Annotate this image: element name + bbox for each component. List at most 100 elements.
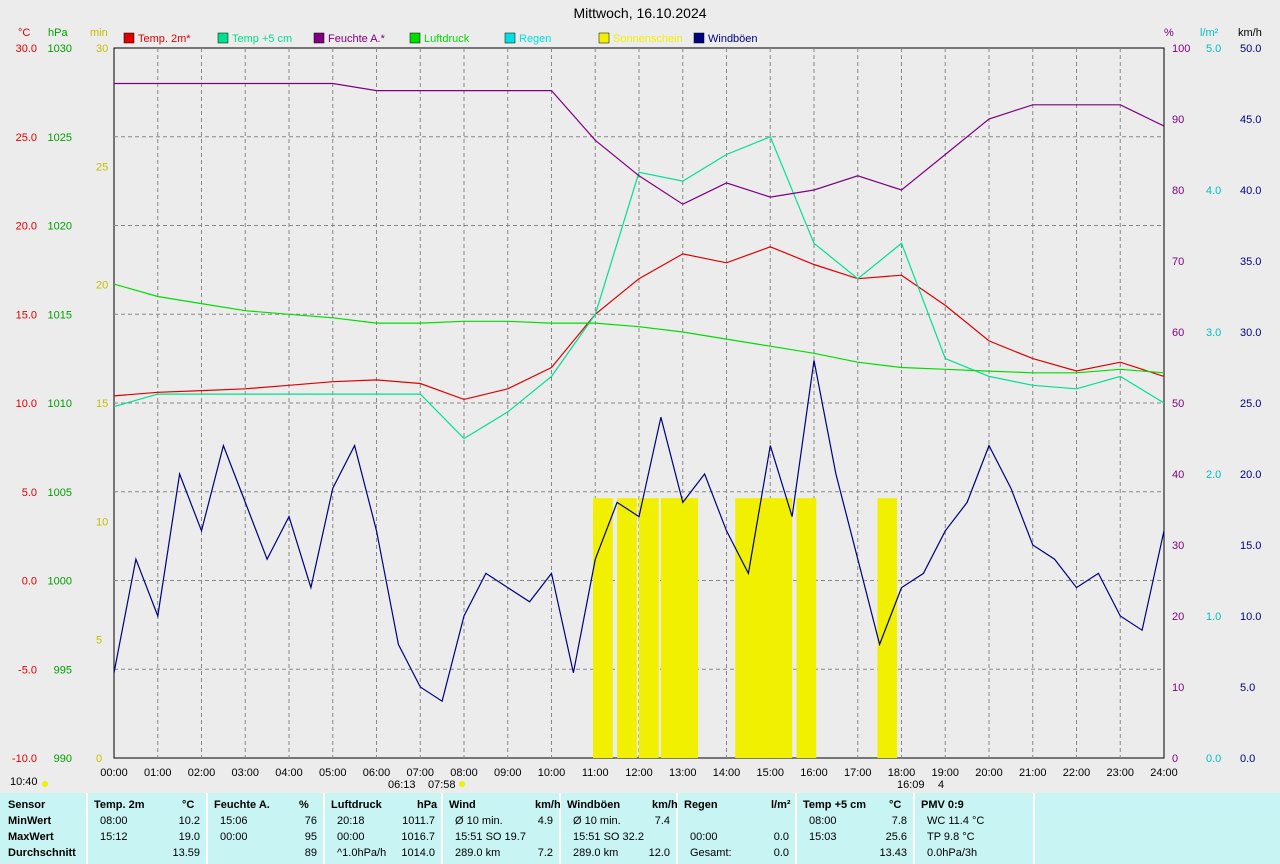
axis-tick-label: 45.0 [1240,114,1261,126]
axis-tick-label: 25 [96,161,108,173]
stats-cell-label: 289.0 km [455,847,501,859]
stats-panel: Sensor MinWert MaxWert Durchschnitt Temp… [0,793,1280,864]
stats-header: Luftdruck [331,799,382,811]
stats-cell-label: 15:51 SO 32.2 [573,831,644,843]
axis-tick-label: 50 [1172,398,1184,410]
x-tick-label: 15:00 [756,767,784,779]
axis-tick-label: 0 [1172,753,1178,765]
unit-minutes: min [90,27,108,39]
stats-unit: l/m² [771,799,791,811]
x-tick-label: 20:00 [975,767,1003,779]
axis-tick-label: 30.0 [16,43,37,55]
unit-temp: °C [18,27,31,39]
stats-cell-label: Ø 10 min. [455,815,503,827]
legend-swatch [504,32,516,44]
x-tick-label: 09:00 [494,767,522,779]
axis-tick-label: 30 [1172,540,1184,552]
axis-tick-label: -5.0 [18,664,37,676]
sunshine-bar [772,498,793,758]
stats-label-sensor: Sensor [8,799,46,811]
axis-tick-label: 0 [96,753,102,765]
chart-title: Mittwoch, 16.10.2024 [573,5,707,21]
x-tick-label: 13:00 [669,767,697,779]
axis-tick-label: 10 [96,516,108,528]
stats-cell-value: 7.4 [654,815,670,827]
axis-tick-label: 90 [1172,114,1184,126]
stats-cell-value: 1011.7 [402,815,435,827]
bottom-time: 10:40 [10,776,38,788]
axis-tick-label: 15 [96,398,108,410]
x-tick-label: 03:00 [231,767,259,779]
legend-label: Luftdruck [424,33,470,45]
axis-tick-label: -10.0 [12,753,37,765]
legend-swatch [598,32,610,44]
unit-wind: km/h [1238,27,1262,39]
legend-swatch [217,32,229,44]
stats-cell-value: 76 [304,815,317,827]
sunset-marker: 4 [938,779,944,791]
legend-swatch [123,32,135,44]
stats-cell-value: 0.0 [773,847,789,859]
stats-unit: °C [889,799,902,811]
stats-unit: °C [182,799,195,811]
stats-cell-value: 1016.7 [401,831,435,843]
x-tick-label: 14:00 [713,767,741,779]
axis-tick-label: 3.0 [1206,327,1221,339]
axis-tick-label: 20.0 [16,221,37,233]
axis-tick-label: 1015 [48,309,72,321]
stats-cell-label: 00:00 [220,831,248,843]
stats-cell-label: 289.0 km [573,847,619,859]
axis-tick-label: 10 [1172,682,1184,694]
stats-unit: % [299,799,309,811]
weather-chart: 30.025.020.015.010.05.00.0-5.0-10.010301… [12,32,1261,791]
sun-icon [459,781,465,787]
stats-cell-label: 08:00 [100,815,128,827]
stats-cell-value: 25.6 [885,831,907,843]
x-tick-label: 21:00 [1019,767,1047,779]
axis-tick-label: 30.0 [1240,327,1261,339]
axis-tick-label: 20 [96,280,108,292]
sunrise-marker: 07:58 [428,779,456,791]
stats-cell-label: 00:00 [690,831,718,843]
axis-tick-label: 40 [1172,469,1184,481]
stats-cell-label: Gesamt: [690,847,732,859]
x-tick-label: 00:00 [100,767,128,779]
stats-column: Temp +5 cm °C 08:00 7.8 15:03 25.6 13.43 [797,793,915,864]
x-tick-label: 17:00 [844,767,872,779]
axis-tick-label: 990 [54,753,72,765]
stats-unit: km/h [652,799,678,811]
axis-tick-label: 995 [54,664,72,676]
stats-column: Windböen km/h Ø 10 min. 7.4 15:51 SO 32.2 289… [561,793,678,864]
axis-tick-label: 1010 [48,398,72,410]
axis-tick-label: 5.0 [1240,682,1255,694]
stats-cell-value: 7.8 [891,815,907,827]
sun-icon [42,781,48,787]
stats-cell-value: 89 [304,847,317,859]
stats-row-labels: Sensor MinWert MaxWert Durchschnitt [0,793,88,864]
legend: Temp. 2m* Temp +5 cm Feuchte A.* Luftdruck R… [123,32,758,45]
legend-swatch [313,32,325,44]
unit-percent: % [1164,27,1174,39]
x-tick-label: 04:00 [275,767,303,779]
axis-tick-label: 35.0 [1240,256,1261,268]
stats-header: PMV 0:9 [921,799,964,811]
sunshine-bar [877,498,898,758]
legend-swatch [693,32,705,44]
stats-cell-label: 15:12 [100,831,128,843]
legend-swatch [409,32,421,44]
x-tick-label: 10:00 [538,767,566,779]
stats-column: Regen l/m² 00:00 0.0 Gesamt: 0.0 [678,793,797,864]
x-tick-label: 16:00 [800,767,828,779]
stats-unit: km/h [535,799,561,811]
axis-tick-label: 1005 [48,487,72,499]
axis-tick-label: 1025 [48,132,72,144]
axis-tick-label: 80 [1172,185,1184,197]
unit-rain: l/m² [1200,27,1219,39]
axis-tick-label: 15.0 [1240,540,1261,552]
stats-column: Wind km/h Ø 10 min. 4.9 15:51 SO 19.7 289.0 k… [443,793,561,864]
axis-tick-label: 100 [1172,43,1190,55]
axis-tick-label: 0.0 [1206,753,1221,765]
stats-cell-label: WC 11.4 °C [927,815,985,827]
axis-tick-label: 25.0 [16,132,37,144]
stats-cell-label: 08:00 [809,815,837,827]
